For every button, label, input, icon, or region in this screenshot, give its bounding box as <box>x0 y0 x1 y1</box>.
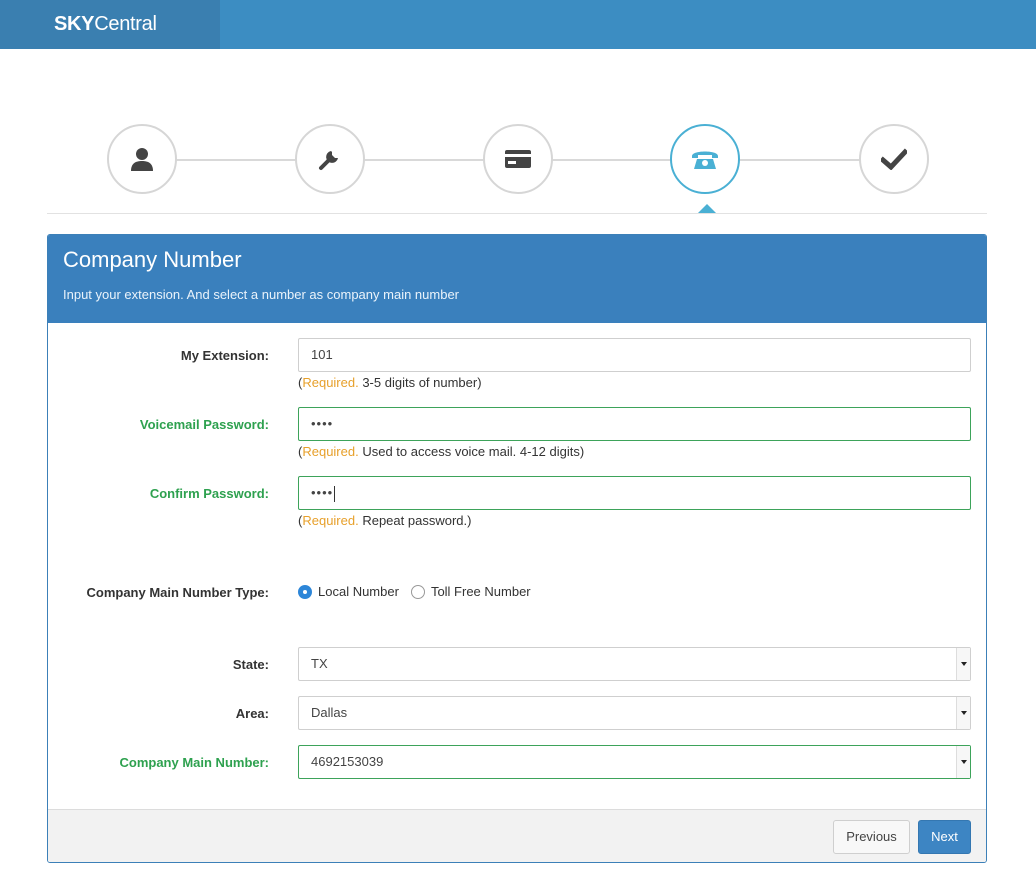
user-icon <box>131 148 153 171</box>
step-payment[interactable] <box>483 124 553 194</box>
main-number-value: 4692153039 <box>311 754 384 769</box>
active-step-pointer <box>698 204 716 213</box>
step-phone[interactable] <box>670 124 740 194</box>
company-number-panel: Company Number Input your extension. And… <box>47 234 987 863</box>
steps-divider <box>47 213 987 214</box>
panel-title: Company Number <box>63 247 242 272</box>
confirm-password-input[interactable]: •••• <box>298 476 971 510</box>
local-number-label[interactable]: Local Number <box>318 584 399 599</box>
confirm-label: Confirm Password: <box>149 486 269 501</box>
text-cursor <box>334 485 336 502</box>
step-finish[interactable] <box>859 124 929 194</box>
voicemail-help: (Required. Used to access voice mail. 4-… <box>298 444 584 459</box>
chevron-down-icon[interactable] <box>956 746 970 778</box>
confirm-help: (Required. Repeat password.) <box>298 513 471 528</box>
main-number-select[interactable]: 4692153039 <box>298 745 971 779</box>
voicemail-label: Voicemail Password: <box>139 417 269 432</box>
state-value: TX <box>311 656 328 671</box>
voicemail-value: •••• <box>311 416 334 431</box>
main-number-label: Company Main Number: <box>119 755 269 770</box>
required-tag: Required. <box>302 444 359 459</box>
extension-help-text: 3-5 digits of number) <box>358 375 482 390</box>
wrench-icon <box>319 151 338 170</box>
confirm-help-text: Repeat password.) <box>358 513 472 528</box>
area-label: Area: <box>235 706 269 721</box>
phone-icon <box>692 151 718 169</box>
required-tag: Required. <box>302 513 359 528</box>
panel-header: Company Number Input your extension. And… <box>48 235 986 323</box>
chevron-down-icon[interactable] <box>956 697 970 729</box>
brand-bold: SKY <box>54 13 95 35</box>
panel-subtitle: Input your extension. And select a numbe… <box>63 287 459 302</box>
wizard-steps <box>47 124 987 214</box>
checkmark-icon <box>881 148 907 170</box>
extension-value: 101 <box>311 347 333 362</box>
credit-card-icon <box>505 150 531 168</box>
extension-help: (Required. 3-5 digits of number) <box>298 375 482 390</box>
top-bar: SKYCentral <box>0 0 1036 49</box>
chevron-down-icon[interactable] <box>956 648 970 680</box>
voicemail-help-text: Used to access voice mail. 4-12 digits) <box>358 444 585 459</box>
number-type-label: Company Main Number Type: <box>86 585 269 600</box>
number-type-radio-group: Local Number Toll Free Number <box>298 584 543 599</box>
toll-free-radio[interactable] <box>410 584 425 599</box>
brand-light: Central <box>94 13 157 35</box>
state-select[interactable]: TX <box>298 647 971 681</box>
panel-footer: Previous Next <box>48 809 986 862</box>
area-select[interactable]: Dallas <box>298 696 971 730</box>
voicemail-password-input[interactable]: •••• <box>298 407 971 441</box>
extension-label: My Extension: <box>180 348 269 363</box>
step-user[interactable] <box>107 124 177 194</box>
state-label: State: <box>232 657 269 672</box>
extension-input[interactable]: 101 <box>298 338 971 372</box>
required-tag: Required. <box>302 375 359 390</box>
toll-free-label[interactable]: Toll Free Number <box>431 584 531 599</box>
previous-button[interactable]: Previous <box>833 820 910 854</box>
next-button[interactable]: Next <box>918 820 971 854</box>
step-settings[interactable] <box>295 124 365 194</box>
confirm-value: •••• <box>311 485 334 500</box>
local-number-radio[interactable] <box>298 584 312 599</box>
brand-logo[interactable]: SKYCentral <box>0 0 220 49</box>
area-value: Dallas <box>311 705 348 720</box>
